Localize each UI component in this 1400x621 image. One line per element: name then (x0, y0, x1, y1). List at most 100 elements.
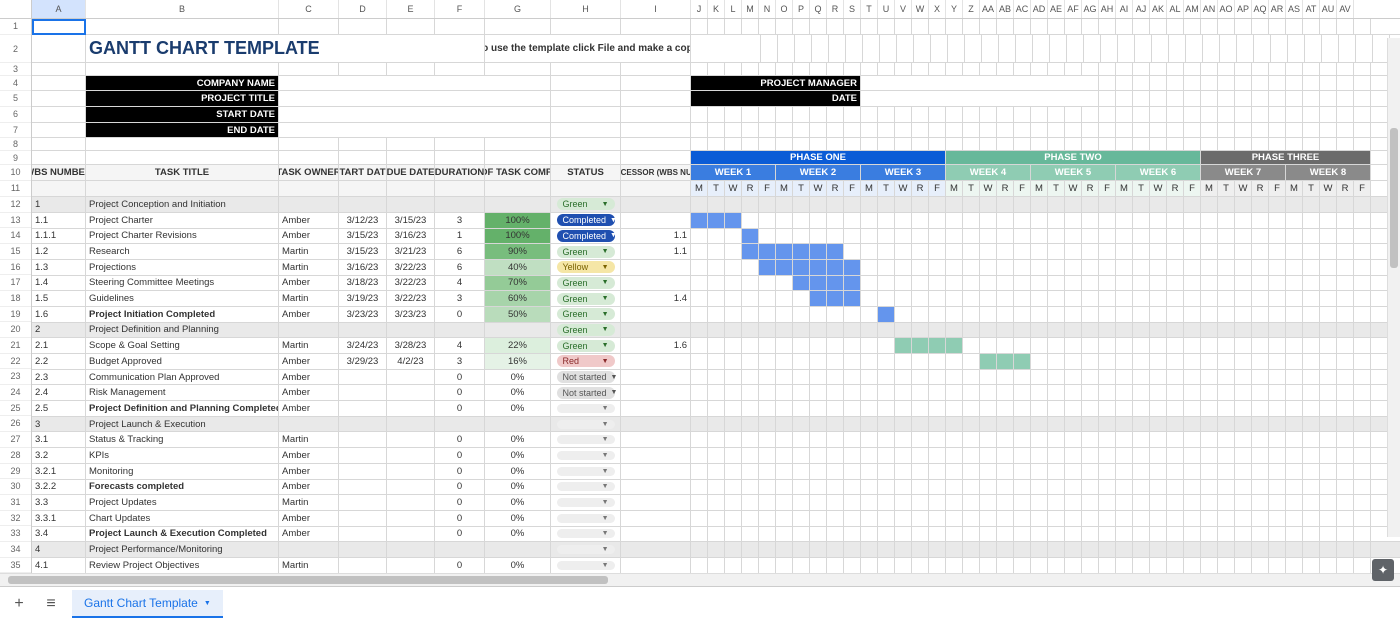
cell-wbs[interactable]: 3.2 (32, 448, 86, 463)
cell-pct[interactable]: 0% (485, 385, 551, 400)
row-header-19[interactable]: 19 (0, 307, 31, 323)
column-header-AP[interactable]: AP (1235, 0, 1252, 18)
cell-start[interactable] (339, 197, 387, 212)
row-header-6[interactable]: 6 (0, 107, 31, 123)
cell-pct[interactable]: 60% (485, 291, 551, 306)
cell-status[interactable]: ▼ (551, 527, 621, 542)
cell-owner[interactable]: Martin (279, 260, 339, 275)
cell-status[interactable]: Green▼ (551, 338, 621, 353)
status-pill[interactable]: Green▼ (557, 308, 615, 320)
cell-start[interactable] (339, 370, 387, 385)
cell-due[interactable] (387, 495, 435, 510)
input-end-date[interactable] (279, 123, 551, 138)
input-start-date[interactable] (279, 107, 551, 122)
cell-owner[interactable]: Martin (279, 495, 339, 510)
cell-duration[interactable]: 0 (435, 511, 485, 526)
cell-pred[interactable] (621, 276, 691, 291)
cell-start[interactable] (339, 480, 387, 495)
cell-pct[interactable]: 0% (485, 480, 551, 495)
cell-wbs[interactable]: 3.2.1 (32, 464, 86, 479)
column-header-F[interactable]: F (435, 0, 485, 18)
row-header-18[interactable]: 18 (0, 291, 31, 307)
cell-pct[interactable]: 100% (485, 213, 551, 228)
column-header-G[interactable]: G (485, 0, 551, 18)
cell-pct[interactable]: 0% (485, 401, 551, 416)
column-header-AF[interactable]: AF (1065, 0, 1082, 18)
cell-pct[interactable]: 70% (485, 276, 551, 291)
cell-status[interactable]: ▼ (551, 480, 621, 495)
cell-start[interactable] (339, 527, 387, 542)
column-header-AN[interactable]: AN (1201, 0, 1218, 18)
cell-pred[interactable]: 1.4 (621, 291, 691, 306)
cell-duration[interactable]: 3 (435, 291, 485, 306)
column-header-J[interactable]: J (691, 0, 708, 18)
cell-start[interactable]: 3/16/23 (339, 260, 387, 275)
column-header-X[interactable]: X (929, 0, 946, 18)
cell-start[interactable] (339, 448, 387, 463)
cell-duration[interactable]: 3 (435, 354, 485, 369)
column-header-AJ[interactable]: AJ (1133, 0, 1150, 18)
cell-duration[interactable]: 0 (435, 495, 485, 510)
column-header-B[interactable]: B (86, 0, 279, 18)
cell-title[interactable]: Steering Committee Meetings (86, 276, 279, 291)
cell-wbs[interactable]: 1.5 (32, 291, 86, 306)
cell-pred[interactable] (621, 495, 691, 510)
column-header-W[interactable]: W (912, 0, 929, 18)
column-header-E[interactable]: E (387, 0, 435, 18)
cell-pct[interactable] (485, 323, 551, 338)
row-header-20[interactable]: 20 (0, 322, 31, 338)
cell-owner[interactable]: Amber (279, 385, 339, 400)
explore-button[interactable]: ✦ (1372, 559, 1394, 581)
cell-wbs[interactable]: 3.4 (32, 527, 86, 542)
row-header-9[interactable]: 9 (0, 151, 31, 165)
cell-status[interactable]: ▼ (551, 464, 621, 479)
status-pill[interactable]: Red▼ (557, 355, 615, 367)
cell-wbs[interactable]: 1.1 (32, 213, 86, 228)
cell-wbs[interactable]: 1 (32, 197, 86, 212)
table-row[interactable]: 3.2.1MonitoringAmber00%▼ (32, 464, 1400, 480)
cell-start[interactable]: 3/12/23 (339, 213, 387, 228)
cell-due[interactable]: 4/2/23 (387, 354, 435, 369)
row-header-23[interactable]: 23 (0, 369, 31, 385)
row-header-10[interactable]: 10 (0, 165, 31, 181)
cell-pred[interactable] (621, 260, 691, 275)
status-pill[interactable]: ▼ (557, 545, 615, 554)
cell-pred[interactable] (621, 354, 691, 369)
table-row[interactable]: 4.1Review Project ObjectivesMartin00%▼ (32, 558, 1400, 573)
column-header-Q[interactable]: Q (810, 0, 827, 18)
table-row[interactable]: 1.1Project CharterAmber3/12/233/15/23310… (32, 213, 1400, 229)
cell-pct[interactable]: 50% (485, 307, 551, 322)
cell-wbs[interactable]: 1.6 (32, 307, 86, 322)
cell-pct[interactable] (485, 542, 551, 557)
cell-pct[interactable] (485, 197, 551, 212)
column-header-S[interactable]: S (844, 0, 861, 18)
column-header-AI[interactable]: AI (1116, 0, 1133, 18)
cell-title[interactable]: Projections (86, 260, 279, 275)
column-header-P[interactable]: P (793, 0, 810, 18)
status-pill[interactable]: ▼ (557, 467, 615, 476)
cell-due[interactable]: 3/28/23 (387, 338, 435, 353)
column-header-AH[interactable]: AH (1099, 0, 1116, 18)
status-pill[interactable]: ▼ (557, 561, 615, 570)
column-header-AL[interactable]: AL (1167, 0, 1184, 18)
cell-status[interactable]: Green▼ (551, 291, 621, 306)
cell-wbs[interactable]: 4.1 (32, 558, 86, 573)
cell-start[interactable] (339, 495, 387, 510)
status-pill[interactable]: Green▼ (557, 277, 615, 289)
status-pill[interactable]: Completed▼ (557, 230, 615, 242)
cell-status[interactable]: ▼ (551, 432, 621, 447)
cell-wbs[interactable]: 3.3 (32, 495, 86, 510)
cell-status[interactable]: ▼ (551, 558, 621, 573)
cell-wbs[interactable]: 2.5 (32, 401, 86, 416)
horizontal-scrollbar[interactable] (0, 573, 1400, 586)
cell-title[interactable]: Project Definition and Planning Complete… (86, 401, 279, 416)
column-header-AQ[interactable]: AQ (1252, 0, 1269, 18)
cell-duration[interactable] (435, 417, 485, 432)
column-header-AO[interactable]: AO (1218, 0, 1235, 18)
cell-pct[interactable]: 0% (485, 495, 551, 510)
cell-wbs[interactable]: 2.3 (32, 370, 86, 385)
cell-due[interactable]: 3/22/23 (387, 260, 435, 275)
cell-pred[interactable] (621, 480, 691, 495)
cell-status[interactable]: ▼ (551, 401, 621, 416)
column-header-I[interactable]: I (621, 0, 691, 18)
